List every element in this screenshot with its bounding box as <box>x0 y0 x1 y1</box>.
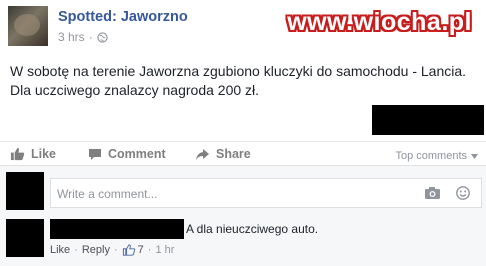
post-body: W sobotę na terenie Jaworzna zgubiono kl… <box>10 62 470 100</box>
redaction-block <box>372 105 484 135</box>
share-label: Share <box>216 147 251 161</box>
like-label: Like <box>31 147 57 161</box>
divider <box>0 141 486 142</box>
page-name-link[interactable]: Spotted: Jaworzno <box>58 9 188 25</box>
thumbs-up-icon <box>10 147 25 161</box>
comment-placeholder: Write a comment... <box>57 187 158 201</box>
avatar-highlight <box>14 14 40 36</box>
commenter-name-redaction <box>50 219 184 239</box>
page-avatar[interactable] <box>8 6 48 46</box>
comment-reaction-count[interactable]: 7 <box>122 244 144 256</box>
separator: · <box>113 244 118 256</box>
speech-bubble-icon <box>89 148 101 160</box>
comment-like-link[interactable]: Like <box>50 244 70 256</box>
top-comments-dropdown[interactable]: Top comments <box>395 150 478 162</box>
comment-text: A dla nieuczciwego auto. <box>186 222 319 236</box>
comment-time[interactable]: 1 hr <box>155 244 174 256</box>
my-avatar[interactable] <box>6 172 44 210</box>
emoji-icon[interactable] <box>456 186 470 200</box>
thumbs-up-outline-icon <box>122 244 135 256</box>
comment-button[interactable]: Comment <box>88 147 166 161</box>
meta-separator: · <box>88 30 93 44</box>
separator: · <box>74 244 78 256</box>
chevron-down-icon <box>471 153 478 159</box>
camera-icon[interactable] <box>425 187 440 199</box>
post-meta: 3 hrs · <box>58 30 108 44</box>
post-text-line-1: W sobotę na terenie Jaworzna zgubiono kl… <box>10 63 467 79</box>
commenter-avatar[interactable] <box>6 219 44 257</box>
watermark: www.wiocha.pl <box>287 8 472 36</box>
comment-reply-link[interactable]: Reply <box>82 244 110 256</box>
globe-icon <box>97 31 108 43</box>
post-time[interactable]: 3 hrs <box>58 30 85 44</box>
share-button[interactable]: Share <box>195 147 251 161</box>
like-button[interactable]: Like <box>10 147 56 161</box>
comment-actions: Like · Reply · 7 · 1 hr <box>50 244 174 256</box>
share-arrow-icon <box>196 148 209 160</box>
top-comments-label: Top comments <box>395 150 467 162</box>
post-text-line-2: Dla uczciwego znalazcy nagroda 200 zł. <box>10 82 260 98</box>
separator: · <box>147 244 152 256</box>
reaction-count: 7 <box>137 244 144 256</box>
comment-label: Comment <box>108 147 166 161</box>
